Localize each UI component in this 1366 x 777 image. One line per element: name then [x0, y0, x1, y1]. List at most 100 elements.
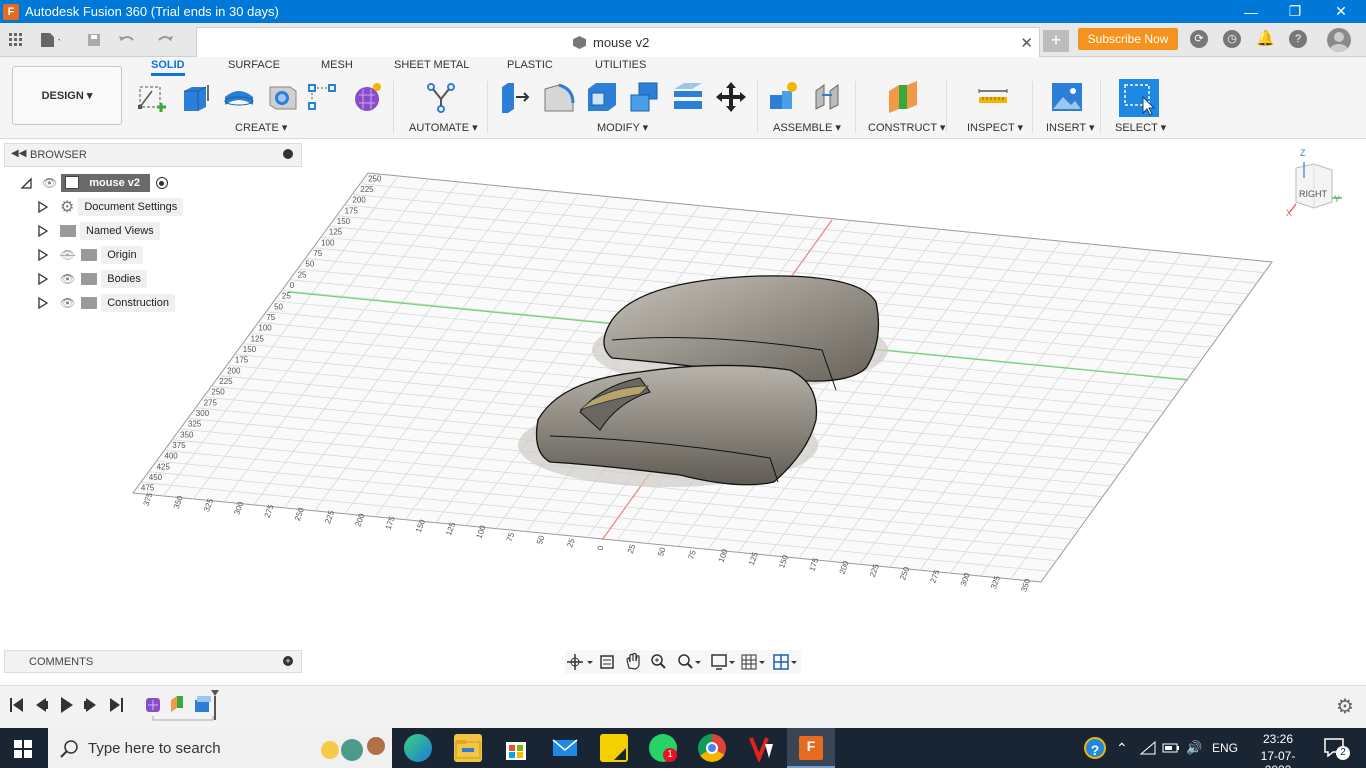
hole-icon[interactable]	[266, 81, 298, 113]
clock[interactable]: 23:26 17-07-2022	[1250, 732, 1306, 777]
tree-item-bodies[interactable]: 👁 Bodies	[38, 270, 147, 288]
timeline-plane-feature-icon[interactable]	[171, 696, 183, 712]
timeline-settings-gear-icon[interactable]: ⚙	[1336, 694, 1354, 719]
new-tab-button[interactable]: +	[1043, 30, 1069, 52]
fillet-icon[interactable]	[543, 81, 575, 113]
pattern-icon[interactable]	[307, 81, 339, 113]
display-settings-icon[interactable]	[711, 654, 735, 670]
restore-button[interactable]: ❐	[1272, 0, 1318, 23]
chrome-browser-icon[interactable]	[698, 734, 726, 762]
revolve-icon[interactable]	[223, 81, 255, 113]
help-icon[interactable]: ?	[1289, 30, 1307, 48]
select-icon[interactable]	[1119, 79, 1159, 117]
vlc-player-icon[interactable]	[747, 734, 775, 762]
timeline-extrude-feature-icon[interactable]	[195, 696, 211, 712]
save-icon[interactable]	[84, 30, 104, 50]
viewports-icon[interactable]	[773, 654, 797, 670]
tab-utilities[interactable]: UTILITIES	[595, 59, 646, 75]
offset-plane-icon[interactable]	[887, 81, 919, 113]
tab-plastic[interactable]: PLASTIC	[507, 59, 553, 75]
select-group-label[interactable]: SELECT ▾	[1115, 121, 1166, 134]
fusion-360-taskbar-button[interactable]: F	[787, 728, 835, 768]
sticky-notes-icon[interactable]	[600, 734, 628, 762]
combine-icon[interactable]	[629, 81, 661, 113]
zoom-icon[interactable]	[651, 654, 666, 669]
create-group-label[interactable]: CREATE ▾	[235, 121, 287, 134]
file-explorer-icon[interactable]	[454, 734, 482, 762]
step-forward-icon[interactable]	[84, 698, 96, 712]
browser-options-icon[interactable]	[283, 149, 293, 159]
collapse-browser-icon[interactable]: ◀◀	[11, 148, 26, 159]
battery-icon[interactable]	[1162, 728, 1180, 768]
notification-center-icon[interactable]: 2	[1324, 738, 1350, 760]
show-hidden-icons-chevron-icon[interactable]: ⌃	[1116, 728, 1128, 768]
expand-triangle-icon[interactable]	[38, 249, 48, 261]
tree-item-named-views[interactable]: Named Views	[38, 222, 160, 240]
assemble-group-label[interactable]: ASSEMBLE ▾	[773, 121, 841, 134]
offset-face-icon[interactable]	[672, 81, 704, 113]
workspace-switcher[interactable]: DESIGN ▾	[12, 66, 122, 125]
close-window-button[interactable]: ✕	[1318, 0, 1364, 23]
fit-zoom-icon[interactable]	[678, 654, 701, 669]
extrude-icon[interactable]	[180, 81, 212, 113]
network-icon[interactable]	[1140, 728, 1156, 768]
whatsapp-icon[interactable]: 1	[649, 734, 677, 762]
subscribe-button[interactable]: Subscribe Now	[1078, 28, 1178, 50]
orbit-icon[interactable]	[567, 654, 593, 670]
look-at-icon[interactable]	[600, 655, 614, 669]
insert-group-label[interactable]: INSERT ▾	[1046, 121, 1095, 134]
user-avatar[interactable]	[1327, 28, 1351, 52]
expand-triangle-icon[interactable]	[38, 273, 48, 285]
hidden-eye-icon[interactable]: 👁	[60, 248, 75, 262]
visibility-eye-icon[interactable]: 👁	[60, 296, 75, 310]
construct-group-label[interactable]: CONSTRUCT ▾	[868, 121, 945, 134]
modify-group-label[interactable]: MODIFY ▾	[597, 121, 648, 134]
automate-icon[interactable]	[425, 81, 457, 113]
go-to-start-icon[interactable]	[10, 698, 23, 712]
job-status-icon[interactable]: ◷	[1223, 30, 1241, 48]
taskbar-search-box[interactable]: Type here to search	[48, 728, 392, 768]
add-comment-icon[interactable]: +	[283, 656, 293, 666]
step-back-icon[interactable]	[36, 698, 48, 712]
tree-item-document-settings[interactable]: ⚙ Document Settings	[38, 198, 184, 216]
grid-settings-icon[interactable]	[741, 654, 765, 670]
pan-hand-icon[interactable]	[626, 652, 640, 670]
redo-icon[interactable]	[158, 30, 178, 50]
timeline-marker[interactable]	[211, 690, 219, 720]
windows-start-icon[interactable]	[14, 740, 32, 758]
inspect-group-label[interactable]: INSPECT ▾	[967, 121, 1023, 134]
close-tab-icon[interactable]: ✕	[1020, 34, 1033, 52]
play-icon[interactable]	[61, 697, 73, 713]
edge-browser-icon[interactable]	[404, 734, 432, 762]
visibility-eye-icon[interactable]: 👁	[60, 272, 75, 286]
expand-triangle-icon[interactable]	[38, 201, 48, 213]
create-form-icon[interactable]	[351, 81, 383, 113]
expand-triangle-icon[interactable]	[38, 225, 48, 237]
tab-sheet-metal[interactable]: SHEET METAL	[394, 59, 469, 75]
insert-image-icon[interactable]	[1051, 81, 1083, 113]
create-sketch-icon[interactable]	[137, 81, 169, 113]
new-component-icon[interactable]	[768, 81, 800, 113]
tree-root[interactable]: 👁 mouse v2	[20, 174, 168, 192]
help-tray-icon[interactable]: ?	[1084, 728, 1106, 768]
tab-solid[interactable]: SOLID	[151, 59, 185, 76]
undo-icon[interactable]	[118, 30, 138, 50]
expand-triangle-icon[interactable]	[38, 297, 48, 309]
app-grid-icon[interactable]	[6, 30, 26, 50]
3d-viewport[interactable]: 2502252001751501251007550250255075100125…	[0, 140, 1366, 650]
microsoft-store-icon[interactable]	[502, 734, 530, 762]
tab-mesh[interactable]: MESH	[321, 59, 353, 75]
document-tab[interactable]: mouse v2 ✕	[196, 27, 1040, 57]
go-to-end-icon[interactable]	[110, 698, 123, 712]
move-copy-icon[interactable]	[715, 81, 747, 113]
mail-icon[interactable]	[551, 734, 579, 762]
press-pull-icon[interactable]	[500, 81, 532, 113]
notifications-bell-icon[interactable]: 🔔	[1256, 30, 1275, 48]
joint-icon[interactable]	[812, 81, 844, 113]
tree-item-origin[interactable]: 👁 Origin	[38, 246, 143, 264]
extensions-icon[interactable]: ⟳	[1190, 30, 1208, 48]
shell-icon[interactable]	[586, 81, 618, 113]
file-menu-icon[interactable]	[40, 30, 60, 50]
visibility-eye-icon[interactable]: 👁	[42, 176, 57, 190]
measure-icon[interactable]	[977, 81, 1009, 113]
